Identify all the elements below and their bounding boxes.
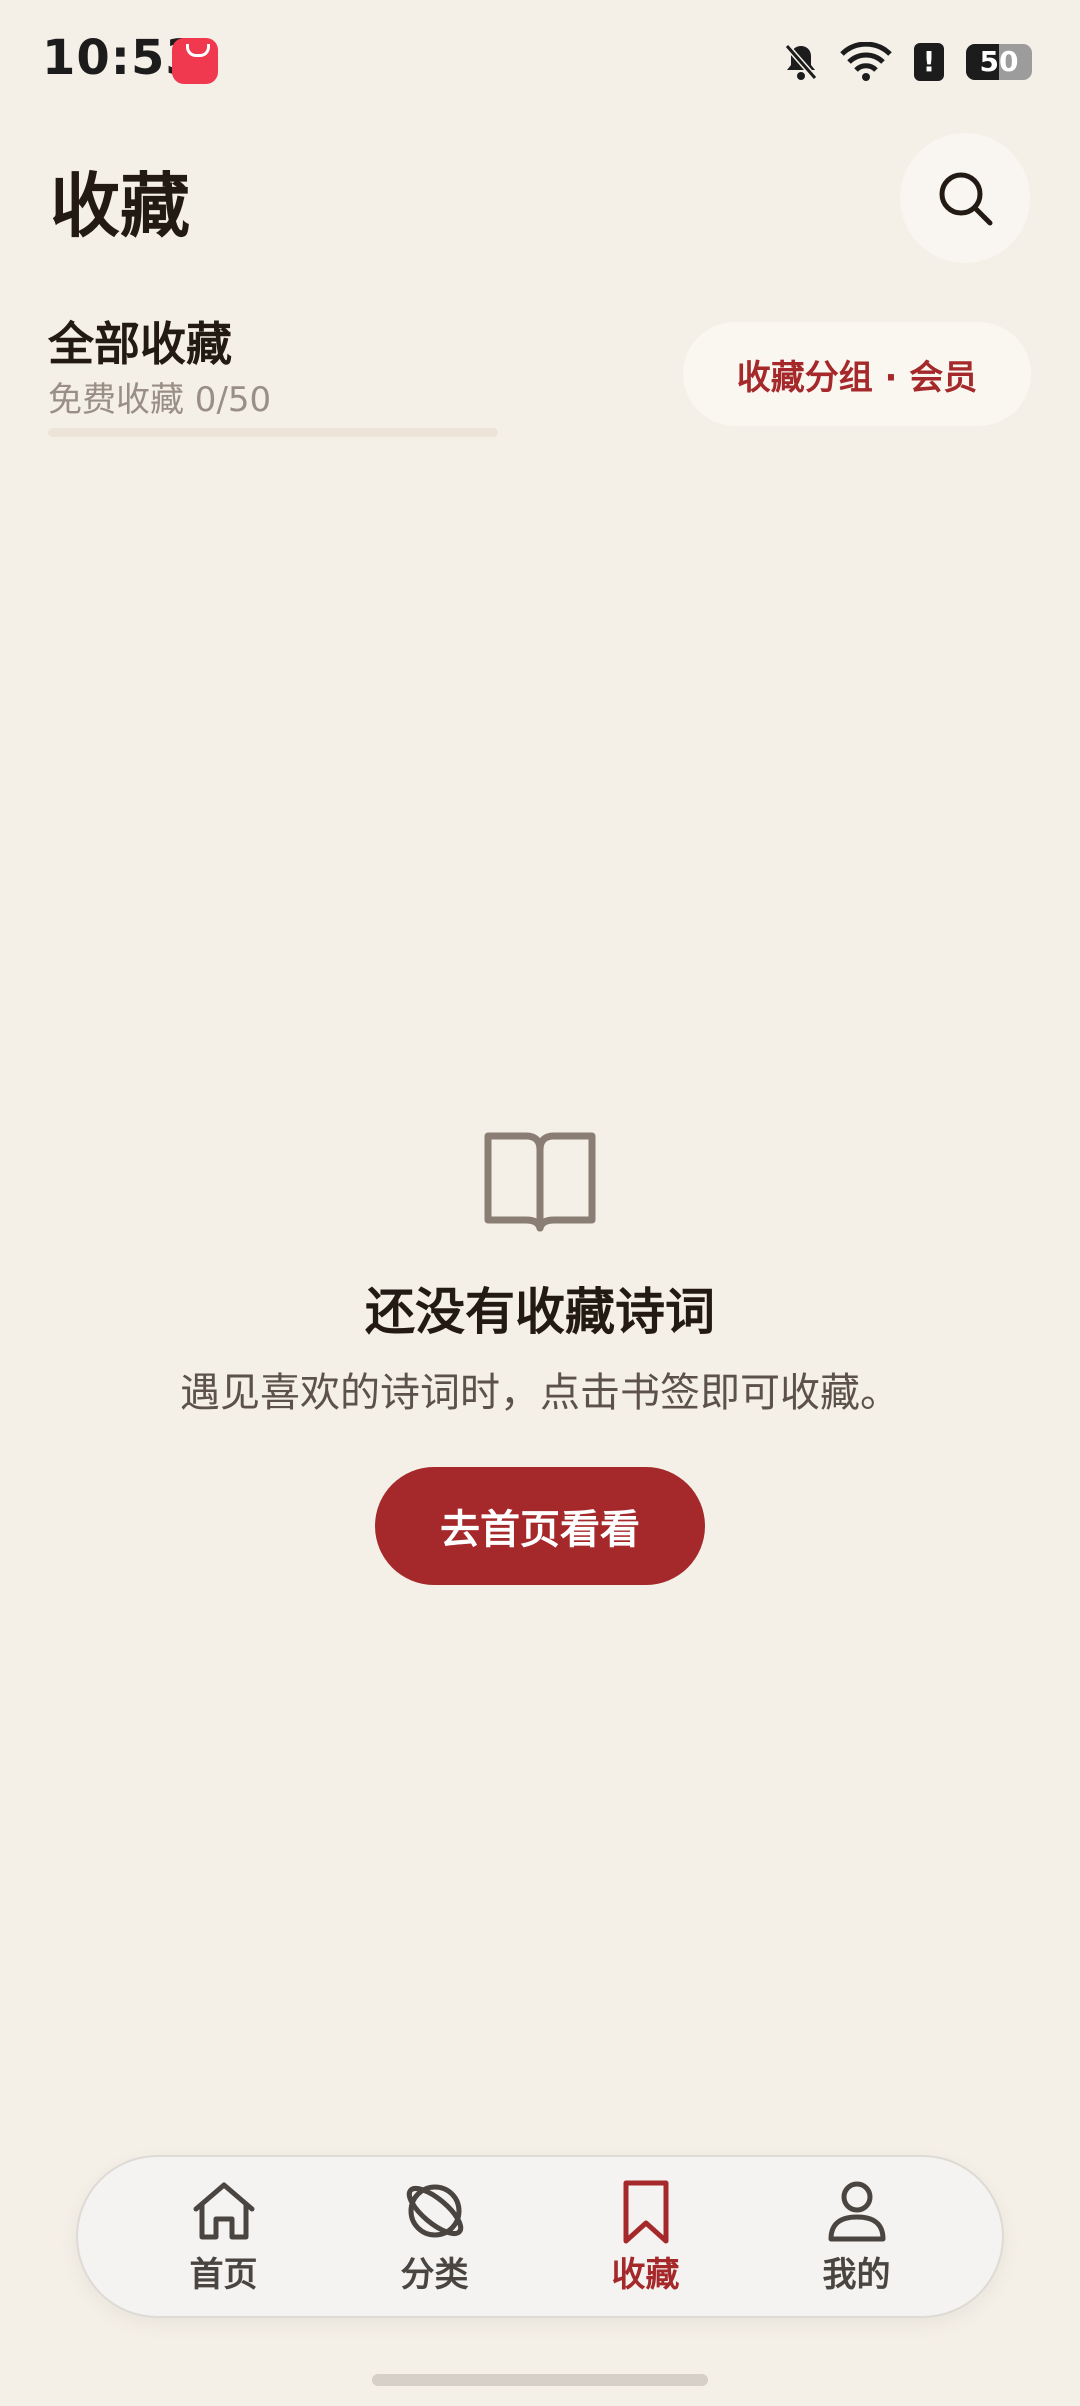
app-gallery-icon <box>172 38 218 84</box>
home-indicator <box>372 2374 708 2386</box>
empty-state-description: 遇见喜欢的诗词时，点击书签即可收藏。 <box>180 1370 900 1416</box>
battery-level: 50 <box>979 45 1019 78</box>
search-icon <box>939 172 993 226</box>
nav-item-home[interactable]: 首页 <box>144 2177 304 2296</box>
home-icon <box>193 2182 254 2240</box>
nav-item-favorites[interactable]: 收藏 <box>566 2177 726 2296</box>
book-icon <box>484 1132 596 1232</box>
planet-icon <box>406 2184 463 2238</box>
nav-label-favorites: 收藏 <box>611 2255 680 2295</box>
battery-icon: 50 <box>966 44 1032 80</box>
nav-label-category: 分类 <box>400 2255 469 2295</box>
status-icons: ! 50 <box>784 40 1032 84</box>
nav-item-category[interactable]: 分类 <box>355 2177 515 2296</box>
collection-quota: 免费收藏 0/50 <box>48 380 272 420</box>
bottom-nav: 首页 分类 收藏 我的 <box>76 2155 1004 2318</box>
go-home-button[interactable]: 去首页看看 <box>375 1467 705 1585</box>
collection-title: 全部收藏 <box>48 317 232 371</box>
nav-label-me: 我的 <box>822 2255 891 2295</box>
search-button[interactable] <box>900 133 1030 263</box>
quota-progress <box>48 428 498 437</box>
person-icon <box>828 2181 885 2242</box>
nav-label-home: 首页 <box>189 2255 258 2295</box>
empty-state-title: 还没有收藏诗词 <box>365 1283 715 1341</box>
page-title: 收藏 <box>50 165 190 247</box>
collection-group-button[interactable]: 收藏分组 · 会员 <box>683 322 1031 426</box>
bell-muted-icon <box>784 44 818 80</box>
status-bar: 10:53 ! 50 <box>0 0 1080 120</box>
bookmark-icon <box>623 2180 668 2244</box>
wifi-icon <box>840 42 892 81</box>
nav-item-me[interactable]: 我的 <box>777 2177 937 2296</box>
alert-icon: ! <box>914 43 944 81</box>
